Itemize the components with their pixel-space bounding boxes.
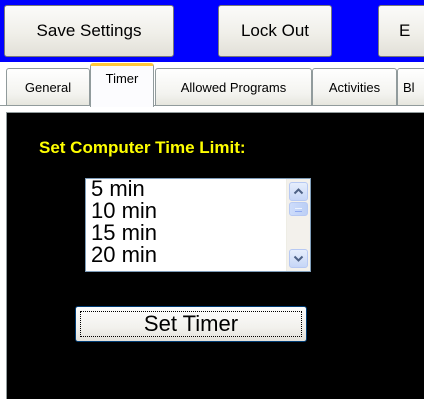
listbox-scrollbar[interactable] [286, 179, 310, 271]
tab-partial[interactable]: Bl [397, 68, 424, 105]
lock-out-button[interactable]: Lock Out [218, 5, 332, 57]
list-item[interactable]: 15 min [91, 222, 157, 244]
scroll-down-button[interactable] [289, 249, 308, 268]
time-limit-options: 5 min 10 min 15 min 20 min [91, 179, 157, 266]
toolbar: Save Settings Lock Out E [0, 0, 424, 62]
chevron-up-icon [293, 188, 304, 195]
list-item[interactable]: 20 min [91, 244, 157, 266]
tab-general[interactable]: General [6, 68, 90, 105]
tab-allowed-programs[interactable]: Allowed Programs [155, 68, 312, 105]
tab-strip: General Timer Allowed Programs Activitie… [0, 62, 424, 108]
toolbar-button-partial[interactable]: E [378, 5, 424, 57]
save-settings-button[interactable]: Save Settings [4, 5, 174, 57]
tab-activities[interactable]: Activities [312, 68, 397, 105]
chevron-down-icon [293, 255, 304, 262]
scroll-thumb[interactable] [289, 202, 308, 216]
tab-timer[interactable]: Timer [90, 63, 154, 107]
list-item[interactable]: 5 min [91, 179, 157, 200]
scroll-up-button[interactable] [289, 182, 308, 201]
set-timer-button[interactable]: Set Timer [75, 306, 307, 342]
timer-panel: Set Computer Time Limit: 5 min 10 min 15… [6, 112, 424, 399]
time-limit-listbox[interactable]: 5 min 10 min 15 min 20 min [85, 178, 311, 272]
time-limit-heading: Set Computer Time Limit: [39, 138, 246, 157]
set-timer-label: Set Timer [143, 311, 239, 336]
list-item[interactable]: 10 min [91, 200, 157, 222]
